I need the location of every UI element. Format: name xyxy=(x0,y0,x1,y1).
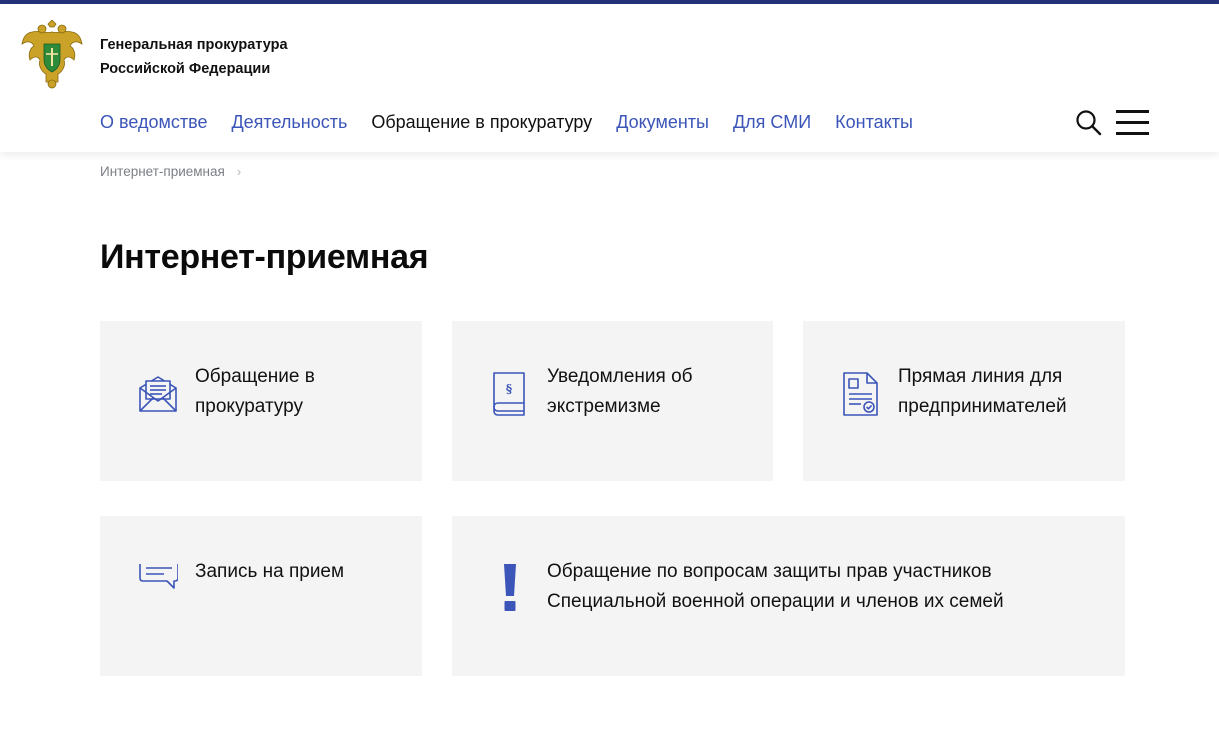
nav-item-appeal[interactable]: Обращение в прокуратуру xyxy=(371,108,592,136)
org-name-line2: Российской Федерации xyxy=(100,61,271,77)
card-label: Запись на прием xyxy=(195,561,345,582)
org-name-line1: Генеральная прокуратура xyxy=(100,37,288,53)
card-appointment[interactable]: Запись на прием xyxy=(100,516,422,676)
breadcrumb-separator-icon: › xyxy=(236,164,242,179)
exclamation-icon xyxy=(504,564,516,611)
card-label: Обращение в прокуратуру xyxy=(195,366,315,417)
chat-message-icon xyxy=(139,564,178,589)
envelope-letter-icon xyxy=(139,376,177,412)
search-button[interactable] xyxy=(1074,108,1104,138)
main-nav: О ведомстве Деятельность Обращение в про… xyxy=(100,108,937,136)
page-title: Интернет-приемная xyxy=(100,238,429,276)
card-business-hotline[interactable]: Прямая линия для предпринимателей xyxy=(803,321,1125,481)
org-name[interactable]: Генеральная прокуратура Российской Федер… xyxy=(100,33,288,81)
search-icon xyxy=(1076,110,1102,136)
card-svo-participants-rights[interactable]: Обращение по вопросам защиты прав участн… xyxy=(452,516,1125,676)
certificate-document-icon xyxy=(843,372,878,416)
menu-button[interactable] xyxy=(1116,108,1150,138)
nav-item-activity[interactable]: Деятельность xyxy=(231,108,347,136)
svg-text:§: § xyxy=(506,382,512,396)
card-label: Прямая линия для предпринимателей xyxy=(898,366,1067,417)
nav-item-about[interactable]: О ведомстве xyxy=(100,108,207,136)
card-extremism-notifications[interactable]: § Уведомления об экстремизме xyxy=(452,321,773,481)
breadcrumb-item[interactable]: Интернет-приемная xyxy=(100,164,225,179)
nav-item-documents[interactable]: Документы xyxy=(616,108,709,136)
nav-item-media[interactable]: Для СМИ xyxy=(733,108,811,136)
nav-item-contacts[interactable]: Контакты xyxy=(835,108,913,136)
site-header: Генеральная прокуратура Российской Федер… xyxy=(0,4,1219,152)
breadcrumb: Интернет-приемная › xyxy=(100,164,241,179)
card-appeal-to-prosecutor[interactable]: Обращение в прокуратуру xyxy=(100,321,422,481)
law-book-icon: § xyxy=(493,372,525,416)
card-label: Обращение по вопросам защиты прав участн… xyxy=(547,561,1004,612)
card-label: Уведомления об экстремизме xyxy=(547,366,693,417)
coat-of-arms-emblem-icon[interactable] xyxy=(20,20,84,90)
hamburger-menu-icon xyxy=(1116,110,1149,113)
